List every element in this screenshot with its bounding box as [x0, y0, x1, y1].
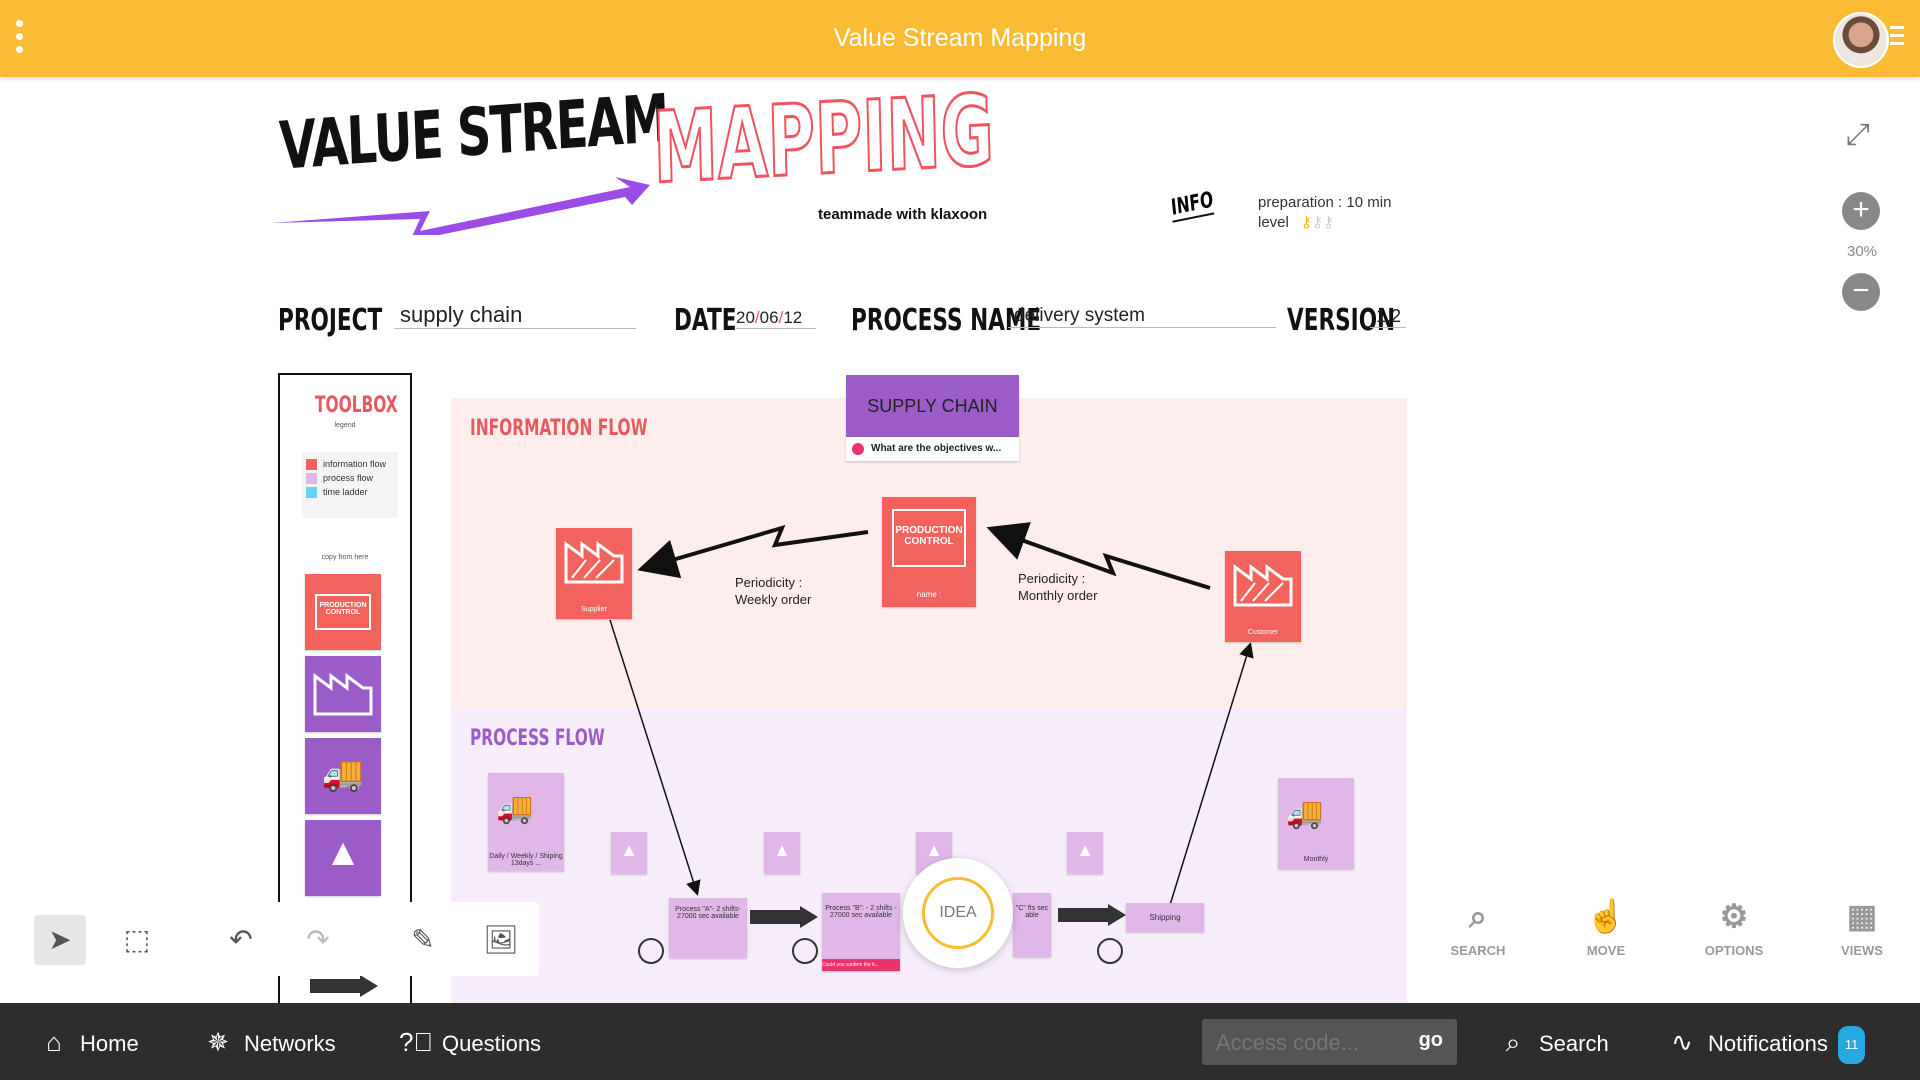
periodicity-monthly-label: Periodicity : — [1018, 571, 1086, 586]
factory-icon — [313, 673, 373, 716]
nav-notifications-label: Notifications — [1708, 1031, 1828, 1056]
inventory-triangle[interactable]: ▲ — [611, 832, 647, 874]
process-a-card[interactable]: Process "A"- 2 shifts- 27000 sec availab… — [669, 898, 747, 958]
nav-search-label: Search — [1539, 1031, 1609, 1056]
access-code-field: go — [1202, 1019, 1457, 1065]
idea-label: IDEA — [922, 877, 994, 949]
toolbox-title: TOOLBOX — [315, 393, 398, 418]
undo-icon[interactable]: ↶ — [215, 915, 267, 965]
monthly-label: Monthly — [1303, 856, 1329, 863]
process-c-card[interactable]: "C" fts sec able — [1013, 893, 1051, 957]
notifications-badge: 11 — [1837, 1026, 1866, 1065]
shipping-card[interactable]: Shipping — [1126, 903, 1204, 932]
idea-button[interactable]: IDEA — [903, 858, 1013, 968]
truck-icon: 🚚 — [496, 792, 534, 825]
supply-chain-title: SUPPLY CHAIN — [867, 396, 998, 416]
triangle-icon: ▲ — [324, 832, 362, 874]
supplier-label: Supplier — [581, 606, 607, 613]
toolbox-subtitle: legend — [334, 422, 356, 429]
toolbox-factory[interactable] — [305, 656, 381, 732]
search-icon: ⌕ — [1505, 1027, 1521, 1057]
questions-icon: ?⃝ — [399, 1027, 433, 1057]
networks-icon: ✵ — [207, 1027, 229, 1057]
process-b-card[interactable]: Process "B": - 2 shifts - 27000 sec avai… — [822, 893, 900, 971]
question-icon — [852, 443, 864, 455]
nav-home[interactable]: ⌂ Home — [36, 1025, 139, 1061]
legend-process-flow: process flow — [323, 473, 374, 484]
operator-icon — [792, 938, 818, 964]
supplier-card[interactable]: Supplier — [556, 528, 632, 619]
truck-icon: 🚚 — [321, 755, 365, 793]
supply-chain-card[interactable]: SUPPLY CHAIN — [846, 375, 1019, 437]
customer-card[interactable]: Customer — [1225, 551, 1301, 642]
periodicity-monthly-value: Monthly order — [1018, 588, 1098, 603]
production-control-name: name : — [916, 590, 942, 599]
push-arrow-icon — [1058, 904, 1126, 926]
factory-icon — [1233, 564, 1293, 607]
inventory-triangle[interactable]: ▲ — [1067, 832, 1103, 874]
truck-icon: 🚚 — [1286, 797, 1324, 830]
toolbox-push-arrow[interactable] — [310, 975, 380, 997]
daily-shipping-card[interactable]: 🚚 Daily / Weekly / Shiping 13days ... — [488, 773, 564, 871]
nav-notifications[interactable]: ∿ Notifications 11 — [1664, 1025, 1866, 1065]
toolbox-production-control[interactable]: PRODUCTION CONTROL — [305, 574, 381, 650]
toolbox-production-control-box: PRODUCTION CONTROL — [315, 594, 371, 630]
question-text: What are the objectives w... — [871, 443, 1002, 454]
toolbox-production-control-label: PRODUCTION CONTROL — [319, 602, 367, 616]
periodicity-weekly: Periodicity : Weekly order — [735, 574, 811, 608]
legend-information-flow: information flow — [323, 459, 387, 469]
periodicity-weekly-value: Weekly order — [735, 592, 812, 607]
image-icon[interactable]: 🖼 — [475, 915, 527, 965]
production-control-card[interactable]: PRODUCTION CONTROL name : — [882, 497, 976, 607]
operator-icon — [1097, 938, 1123, 964]
supply-chain-question[interactable]: What are the objectives w... — [846, 437, 1019, 461]
access-go-button[interactable]: go — [1419, 1029, 1443, 1052]
redo-icon[interactable]: ↷ — [292, 915, 344, 965]
legend-time-ladder: time ladder — [323, 487, 368, 498]
operator-icon — [638, 938, 664, 964]
access-code-input[interactable] — [1214, 1027, 1408, 1059]
production-control-box: PRODUCTION CONTROL — [892, 509, 966, 567]
notifications-icon: ∿ — [1671, 1027, 1693, 1057]
nav-questions-label: Questions — [442, 1031, 542, 1056]
bottom-nav-bar: ⌂ Home ✵ Networks ?⃝ Questions go ⌕ Search ∿… — [0, 1003, 1920, 1080]
toolbox-inventory[interactable]: ▲ — [305, 820, 381, 896]
factory-icon — [564, 541, 624, 584]
inventory-triangle[interactable]: ▲ — [764, 832, 800, 874]
home-icon: ⌂ — [46, 1027, 62, 1057]
process-b-question[interactable]: Could you confirm the ti... — [822, 959, 900, 971]
daily-shipping-label: Daily / Weekly / Shiping 13days ... — [489, 853, 563, 867]
periodicity-monthly: Periodicity : Monthly order — [1018, 570, 1097, 604]
production-control-label: PRODUCTION CONTROL — [895, 525, 963, 547]
select-icon[interactable]: ⬚ — [111, 915, 163, 965]
shipping-label: Shipping — [1149, 913, 1181, 922]
process-b-label: Process "B": - 2 shifts - 27000 sec avai… — [825, 905, 897, 919]
customer-label: Customer — [1247, 629, 1279, 636]
toolbox-truck[interactable]: 🚚 — [305, 738, 381, 814]
process-a-label: Process "A"- 2 shifts- 27000 sec availab… — [675, 906, 741, 920]
copy-from-here: copy from here — [321, 554, 369, 561]
note-icon[interactable]: ✎ — [397, 915, 449, 965]
periodicity-weekly-label: Periodicity : — [735, 575, 803, 590]
push-arrow-icon — [750, 906, 818, 928]
monthly-card[interactable]: 🚚 Monthly — [1278, 778, 1354, 869]
cursor-icon[interactable]: ➤ — [34, 915, 86, 965]
legend-box: information flow process flow time ladde… — [302, 452, 398, 518]
draw-toolbar: ➤ ⬚ ↶ ↷ ✎ 🖼 — [25, 902, 539, 976]
process-c-label: "C" fts sec able — [1015, 905, 1049, 919]
nav-questions[interactable]: ?⃝ Questions — [398, 1025, 541, 1061]
nav-search[interactable]: ⌕ Search — [1495, 1025, 1609, 1061]
nav-home-label: Home — [80, 1031, 139, 1056]
nav-networks[interactable]: ✵ Networks — [200, 1025, 336, 1061]
nav-networks-label: Networks — [244, 1031, 336, 1056]
